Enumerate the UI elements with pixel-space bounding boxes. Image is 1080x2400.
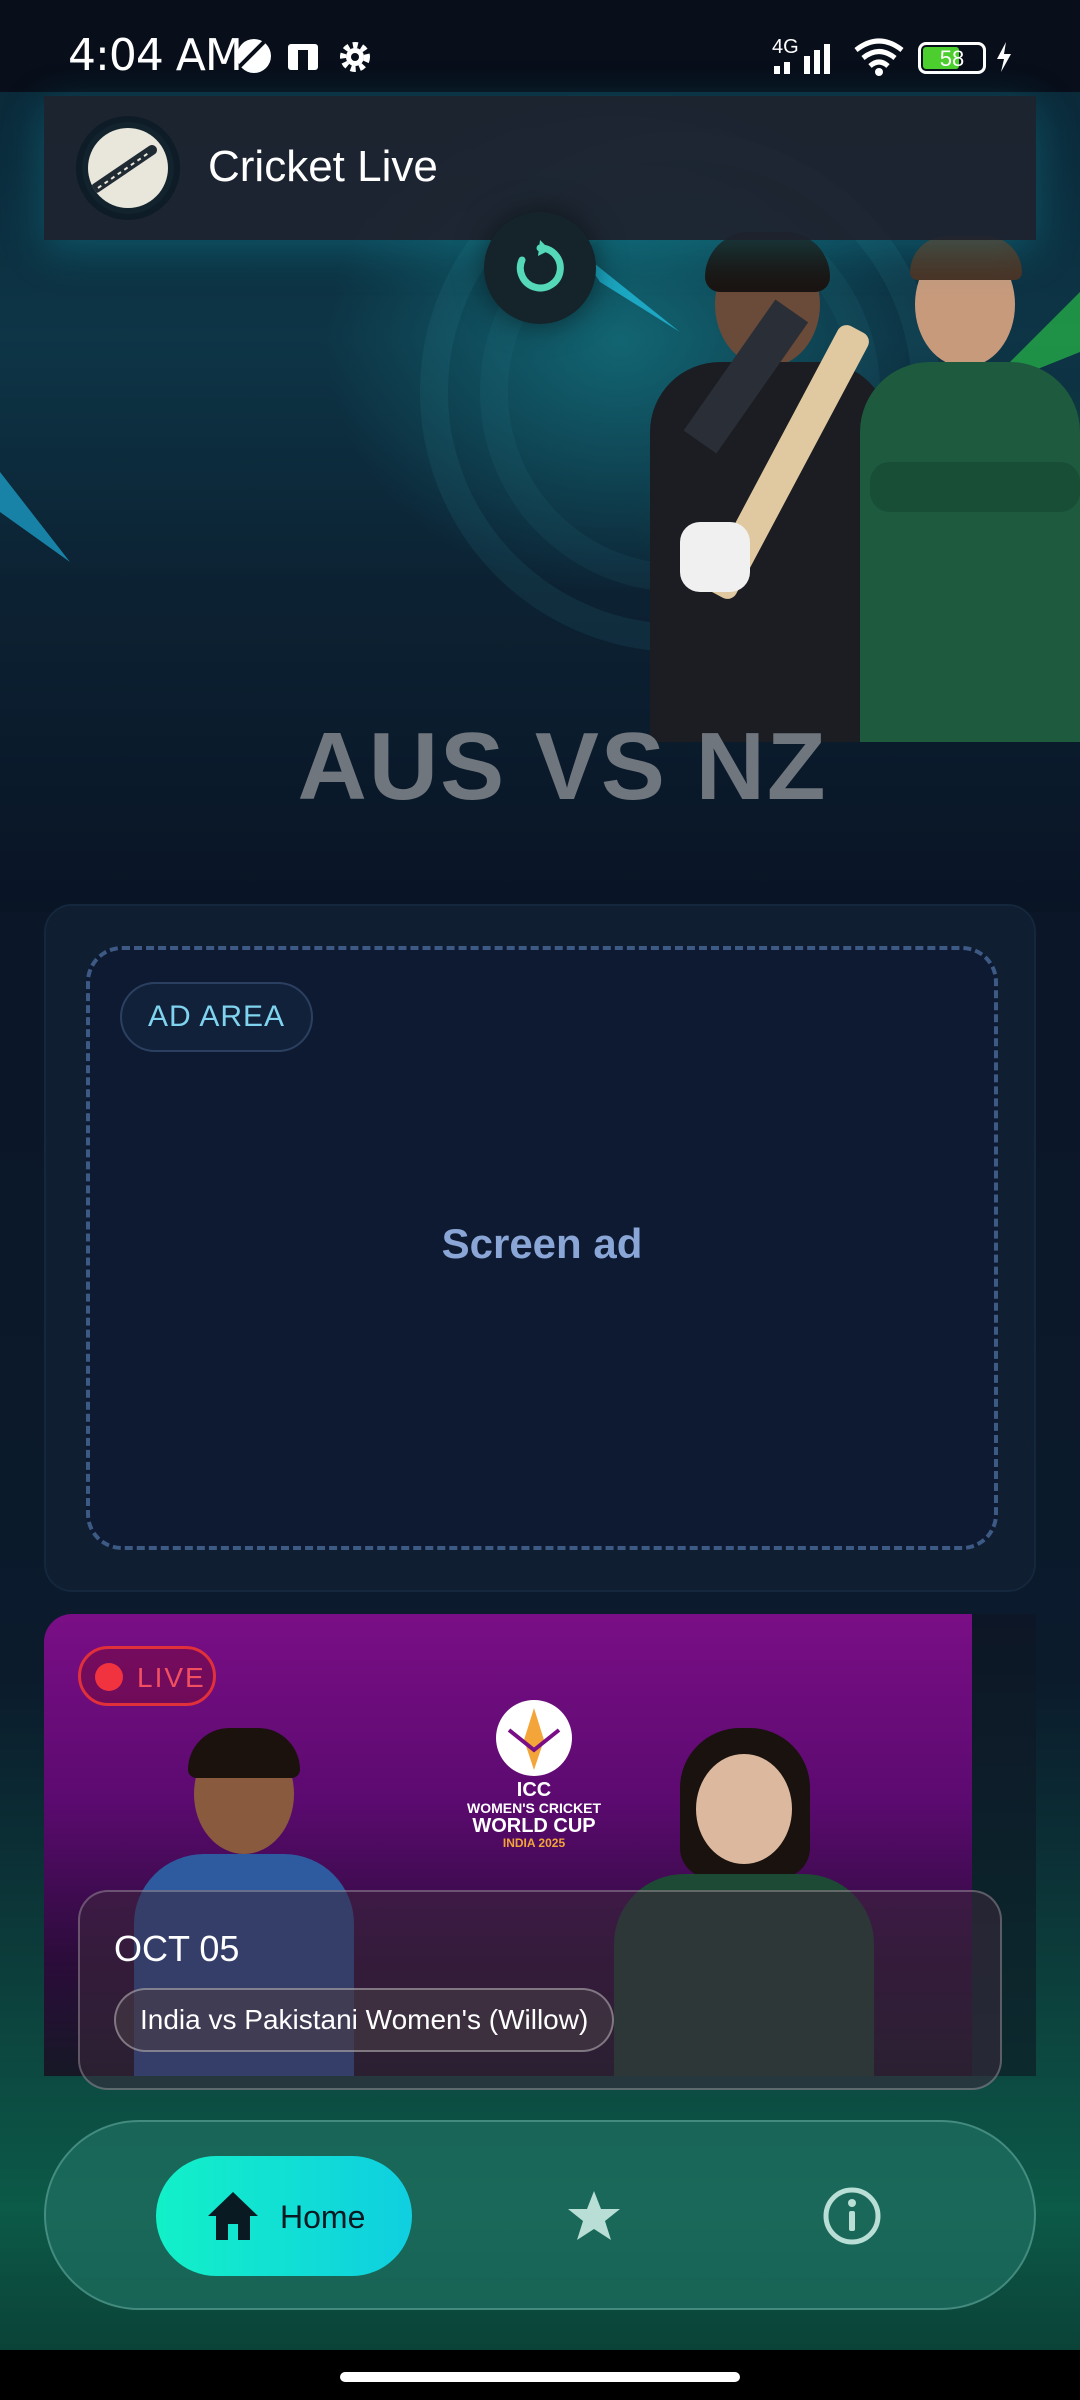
screen: 4:04 AM 4G 58 AUS VS NZ Cricket Live AD … <box>0 0 1080 2400</box>
match-info-box[interactable]: OCT 05 India vs Pakistani Women's (Willo… <box>78 1890 1002 2090</box>
sim-icon <box>288 44 318 72</box>
world-cup-logo: ICC WOMEN'S CRICKET WORLD CUP INDIA 2025 <box>444 1700 624 1860</box>
nav-home-button[interactable]: Home <box>156 2156 412 2276</box>
live-label: LIVE <box>137 1662 206 1693</box>
live-badge: LIVE <box>78 1646 216 1706</box>
ad-area-badge: AD AREA <box>120 982 314 1052</box>
match-title: AUS VS NZ <box>297 713 828 820</box>
status-bar: 4:04 AM 4G 58 <box>0 0 1080 92</box>
ad-card: AD AREA Screen ad <box>44 904 1036 1592</box>
battery-level: 58 <box>939 46 965 71</box>
status-time: 4:04 AM <box>68 30 243 81</box>
ad-placeholder-text: Screen ad <box>441 1220 643 1267</box>
logo-line-4: INDIA 2025 <box>502 1836 566 1850</box>
app-logo <box>76 116 180 220</box>
player-aus-image <box>860 236 1080 742</box>
home-indicator[interactable] <box>340 2372 740 2382</box>
home-icon <box>208 2192 258 2240</box>
settings-icon <box>340 42 370 72</box>
battery-icon: 58 <box>918 42 986 74</box>
logo-line-1: ICC <box>516 1779 552 1801</box>
star-icon[interactable] <box>566 2188 622 2244</box>
signal-icon <box>774 44 830 74</box>
nav-home-label: Home <box>280 2199 366 2235</box>
logo-line-3: WORLD CUP <box>472 1815 596 1837</box>
gesture-bar-area <box>0 2350 1080 2400</box>
wifi-icon <box>854 38 904 76</box>
live-dot-icon <box>95 1663 123 1691</box>
info-icon[interactable] <box>822 2186 882 2246</box>
refresh-icon <box>516 240 564 292</box>
logo-line-2: WOMEN'S CRICKET <box>467 1800 601 1816</box>
app-title: Cricket Live <box>208 142 438 191</box>
cricket-ball-status-icon <box>237 39 271 73</box>
refresh-button[interactable] <box>484 212 596 324</box>
bottom-nav: Home <box>44 2120 1036 2310</box>
match-date: OCT 05 <box>114 1928 240 1969</box>
cricket-bat-logo-icon <box>91 145 157 193</box>
ad-area[interactable]: AD AREA Screen ad <box>86 946 998 1550</box>
trophy-icon <box>496 1700 572 1776</box>
match-name-pill: India vs Pakistani Women's (Willow) <box>114 1988 615 2052</box>
charging-icon <box>997 42 1011 72</box>
